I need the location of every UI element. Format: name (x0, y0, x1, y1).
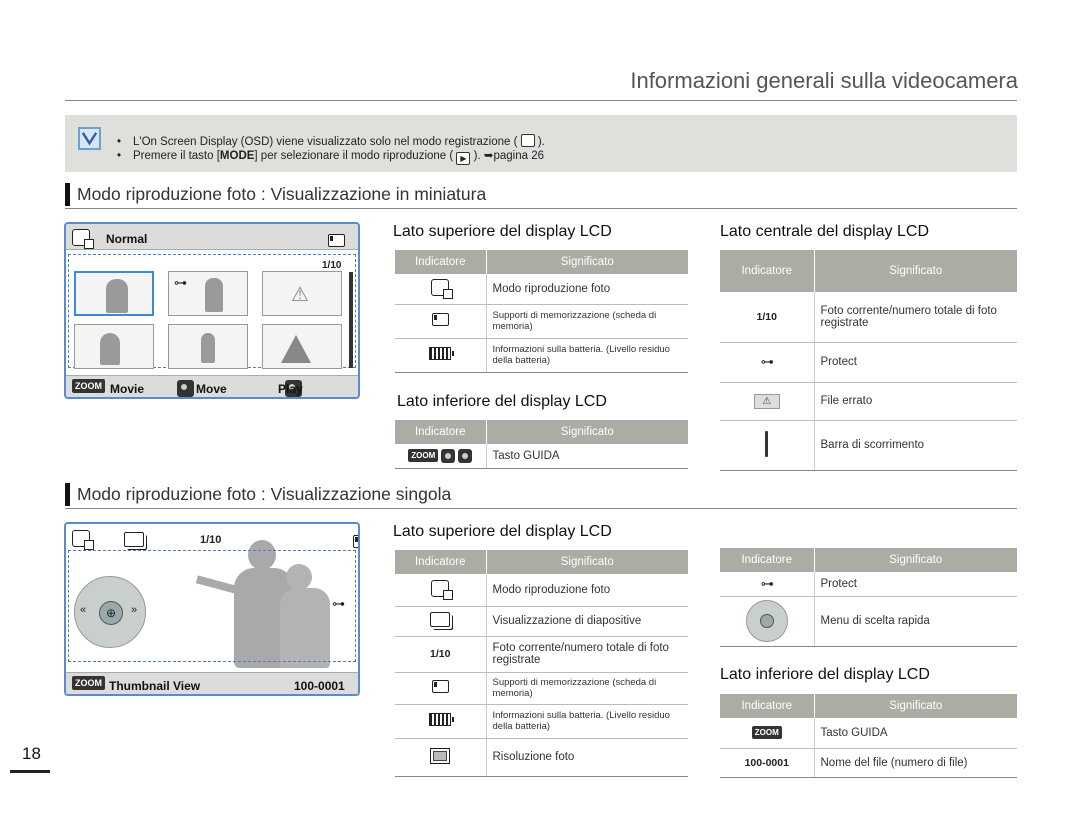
thumbnail[interactable] (168, 324, 248, 369)
slideshow-icon (124, 532, 145, 547)
quick-menu-icon (745, 600, 788, 642)
note-item: • Premere il tasto [MODE] per selezionare… (117, 150, 545, 165)
slideshow-icon (430, 612, 451, 627)
dial-move-icon (177, 380, 194, 397)
table-bottom-lcd: Indicatore Significato ZOOM Tasto GUIDA (395, 420, 688, 469)
table-row: Informazioni sulla batteria. (Livello re… (395, 338, 688, 373)
section-heading: Modo riproduzione foto : Visualizzazione… (65, 183, 1017, 209)
subsection-heading: Lato superiore del display LCD (393, 223, 612, 240)
table-row: Barra di scorrimento (720, 420, 1017, 471)
table-row: ZOOM Tasto GUIDA (720, 718, 1017, 749)
subsection-heading: Lato centrale del display LCD (720, 223, 930, 240)
table-row: 1/10 Foto corrente/numero totale di foto… (720, 292, 1017, 343)
table-row: ⚠ File errato (720, 382, 1017, 421)
subsection-heading: Lato superiore del display LCD (393, 523, 612, 540)
thumbnail[interactable]: ⚠ (262, 271, 342, 316)
memory-card-icon (352, 535, 358, 548)
table-top-lcd-single: Indicatore Significato Modo riproduzione… (395, 550, 688, 777)
subsection-heading: Lato inferiore del display LCD (720, 666, 930, 683)
table-row: ⊶ Protect (720, 572, 1017, 597)
note-item: • L'On Screen Display (OSD) viene visuali… (117, 134, 545, 148)
table-row: ZOOM Tasto GUIDA (395, 444, 688, 469)
photo-playback-icon (431, 278, 454, 299)
zoom-button-icon: ZOOM (72, 676, 105, 690)
section-heading: Modo riproduzione foto : Visualizzazione… (65, 483, 1017, 509)
protect-icon: ⊶ (760, 575, 774, 591)
table-center-lcd-single: Indicatore Significato ⊶ Protect Menu di… (720, 548, 1017, 647)
table-row: 1/10 Foto corrente/numero totale di foto… (395, 636, 688, 673)
camera-mode-icon (72, 229, 94, 249)
table-row: Supporti di memorizzazione (scheda di me… (395, 304, 688, 339)
scroll-bar-icon (765, 430, 769, 457)
table-row: Supporti di memorizzazione (scheda di me… (395, 672, 688, 705)
table-row: 100-0001 Nome del file (numero di file) (720, 748, 1017, 778)
lcd-top-bar: Normal (66, 224, 358, 250)
quick-menu-dial[interactable]: ⊕ « » (74, 576, 146, 648)
zoom-button-icon: ZOOM (72, 379, 105, 393)
memory-card-icon (431, 680, 449, 693)
dial-icon (441, 448, 456, 463)
battery-icon (429, 713, 455, 726)
warning-icon: ⚠ (753, 393, 780, 409)
lcd-thumbnail-screen: Normal 1/10 ⊶ ⚠ ZOOM Movie Move Play (64, 222, 360, 399)
zoom-button-icon: ZOOM (408, 449, 439, 463)
resolution-icon (430, 747, 451, 764)
dial-icon (458, 448, 473, 463)
page-number: 18 (22, 744, 41, 763)
table-row: Modo riproduzione foto (395, 274, 688, 305)
table-row: Modo riproduzione foto (395, 574, 688, 607)
table-row: Visualizzazione di diapositive (395, 606, 688, 637)
magnify-icon: ⊕ (99, 601, 123, 625)
memory-card-icon (431, 313, 449, 326)
table-bottom-lcd-single: Indicatore Significato ZOOM Tasto GUIDA … (720, 694, 1017, 778)
table-row: Risoluzione foto (395, 738, 688, 777)
page-number-bar (10, 770, 50, 773)
subsection-heading: Lato inferiore del display LCD (397, 393, 607, 410)
checkmark-icon (78, 127, 101, 150)
title-rule (65, 100, 1017, 101)
table-top-lcd: Indicatore Significato Modo riproduzione… (395, 250, 688, 373)
note-box: • L'On Screen Display (OSD) viene visuali… (65, 115, 1017, 172)
table-row: ⊶ Protect (720, 342, 1017, 383)
forward-icon: » (131, 604, 138, 616)
table-center-lcd: Indicatore Significato 1/10 Foto corrent… (720, 250, 1017, 471)
memory-card-icon (328, 234, 346, 247)
page-title: Informazioni generali sulla videocamera (630, 68, 1018, 93)
protect-icon: ⊶ (174, 275, 187, 290)
camera-mode-icon (520, 134, 535, 147)
play-mode-icon: ▶ (456, 152, 471, 165)
table-row: Informazioni sulla batteria. (Livello re… (395, 704, 688, 739)
thumbnail[interactable] (262, 324, 342, 369)
lcd-bottom-bar: ZOOM Movie Move Play (66, 375, 358, 397)
table-row: Menu di scelta rapida (720, 596, 1017, 647)
zoom-button-icon: ZOOM (751, 726, 782, 740)
camera-mode-icon (72, 530, 94, 550)
warning-icon: ⚠ (291, 284, 309, 306)
thumbnail[interactable] (74, 324, 154, 369)
protect-icon: ⊶ (760, 354, 774, 369)
battery-icon (429, 347, 455, 360)
lcd-bottom-bar: ZOOM Thumbnail View 100-0001 (66, 672, 358, 694)
thumbnail[interactable] (74, 271, 154, 316)
protect-icon: ⊶ (332, 596, 345, 611)
scroll-bar[interactable] (349, 272, 353, 368)
rewind-icon: « (80, 604, 87, 616)
note-list: • L'On Screen Display (OSD) viene visuali… (117, 134, 545, 165)
thumbnail[interactable]: ⊶ (168, 271, 248, 316)
lcd-single-screen: 1/10 ⊶ ⊕ « » ZOOM Thumbnail View 100-000… (64, 522, 360, 696)
photo-playback-icon (431, 579, 454, 600)
